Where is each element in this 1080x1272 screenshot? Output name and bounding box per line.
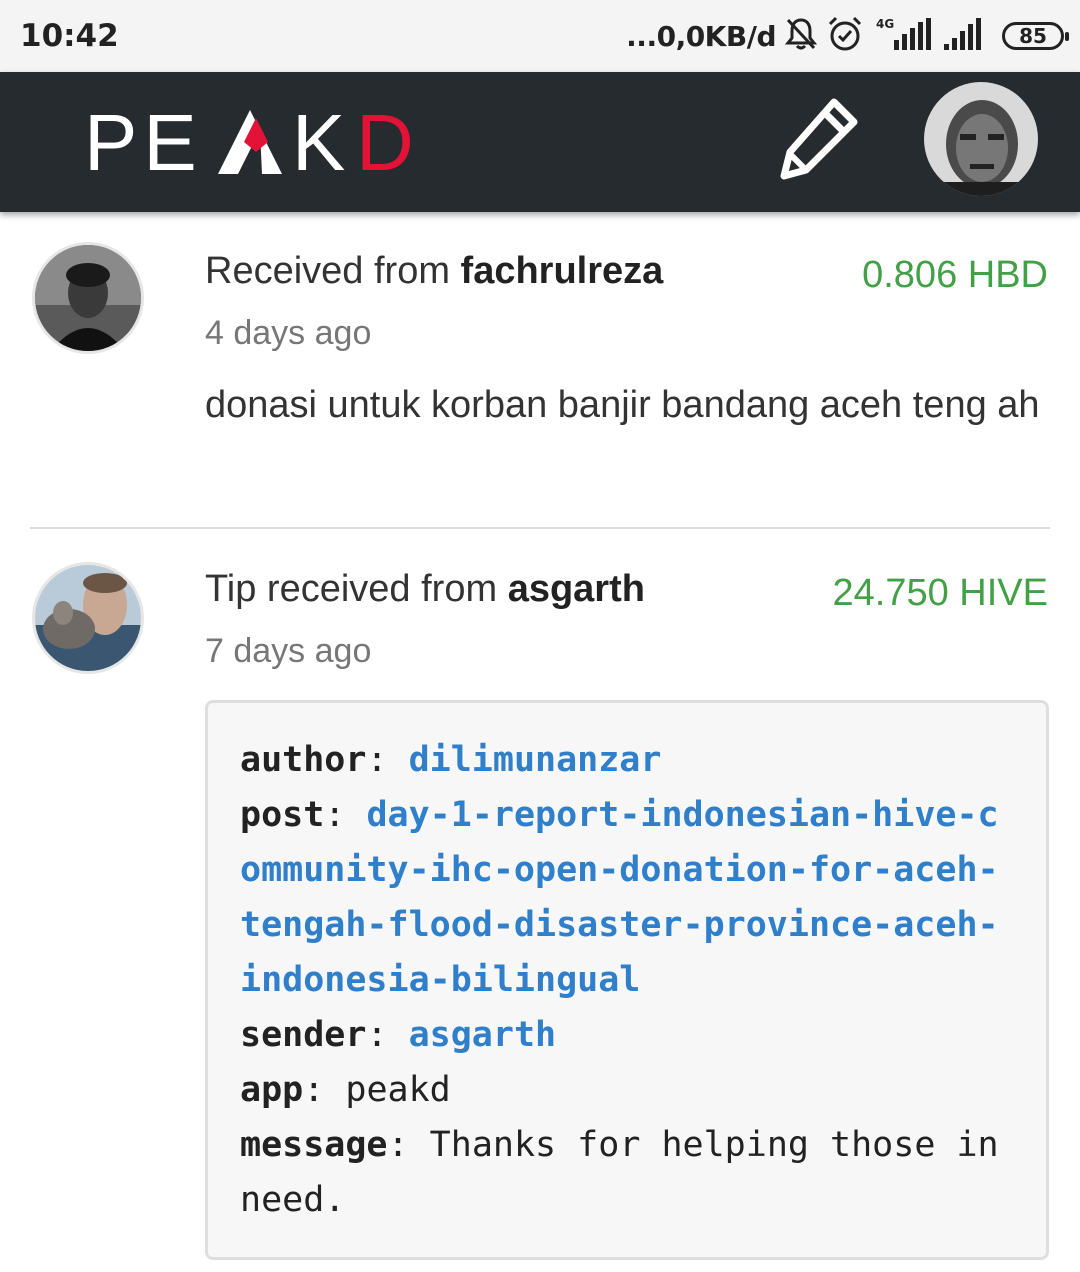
detail-author: author: dilimunanzar [240,740,662,780]
activity-user-link[interactable]: asgarth [508,568,645,610]
sender-avatar[interactable] [32,562,144,674]
activity-title: Received from fachrulreza [205,250,663,293]
activity-title: Tip received from asgarth [205,568,645,611]
svg-text:PE: PE [84,102,203,182]
svg-text:D: D [356,102,414,182]
svg-text:4G: 4G [876,17,894,31]
battery-level: 85 [1019,24,1047,48]
detail-key: message [240,1125,388,1165]
peakd-logo[interactable]: PE K D [84,102,429,182]
detail-key: app [240,1070,304,1110]
detail-key: author [240,740,367,780]
detail-key: post [240,795,325,835]
status-icons: ...0,0KB/d 4G 85 [626,14,1069,58]
detail-post: post: day-1-report-indonesian-hive-commu… [240,795,999,1000]
sender-link[interactable]: asgarth [409,1015,557,1055]
detail-key: sender [240,1015,367,1055]
detail-app: app: peakd [240,1070,451,1110]
status-bar: 10:42 ...0,0KB/d 4G 85 [0,0,1080,72]
network-speed: ...0,0KB/d [626,19,776,53]
signal-4g-icon: 4G [872,16,934,57]
activity-user-link[interactable]: fachrulreza [461,250,664,292]
status-time: 10:42 [20,18,119,54]
signal-icon [942,16,988,57]
user-avatar[interactable] [924,82,1038,196]
activity-amount: 0.806 HBD [862,254,1048,296]
svg-text:K: K [292,102,345,182]
detail-message: message: Thanks for helping those in nee… [240,1125,999,1220]
activity-action: Tip received from [205,568,508,610]
alarm-icon [826,15,864,58]
logo-a-mark [218,110,282,174]
tip-details: author: dilimunanzar post: day-1-report-… [205,700,1049,1260]
author-link[interactable]: dilimunanzar [409,740,662,780]
sender-avatar[interactable] [32,242,144,354]
bell-muted-icon [784,16,818,57]
detail-value: peakd [345,1070,451,1110]
app-header: PE K D [0,72,1080,212]
activity-time: 4 days ago [205,314,372,352]
activity-memo: donasi untuk korban banjir bandang aceh … [205,384,1040,426]
divider [30,527,1050,529]
edit-button[interactable] [772,94,864,186]
pencil-icon [776,96,860,185]
detail-sender: sender: asgarth [240,1015,557,1055]
activity-item: Received from fachrulreza 0.806 HBD 4 da… [0,212,1080,530]
activity-time: 7 days ago [205,632,372,670]
activity-amount: 24.750 HIVE [832,572,1048,614]
battery-indicator: 85 [1002,22,1069,50]
activity-action: Received from [205,250,461,292]
activity-item: Tip received from asgarth 24.750 HIVE 7 … [0,530,1080,1272]
